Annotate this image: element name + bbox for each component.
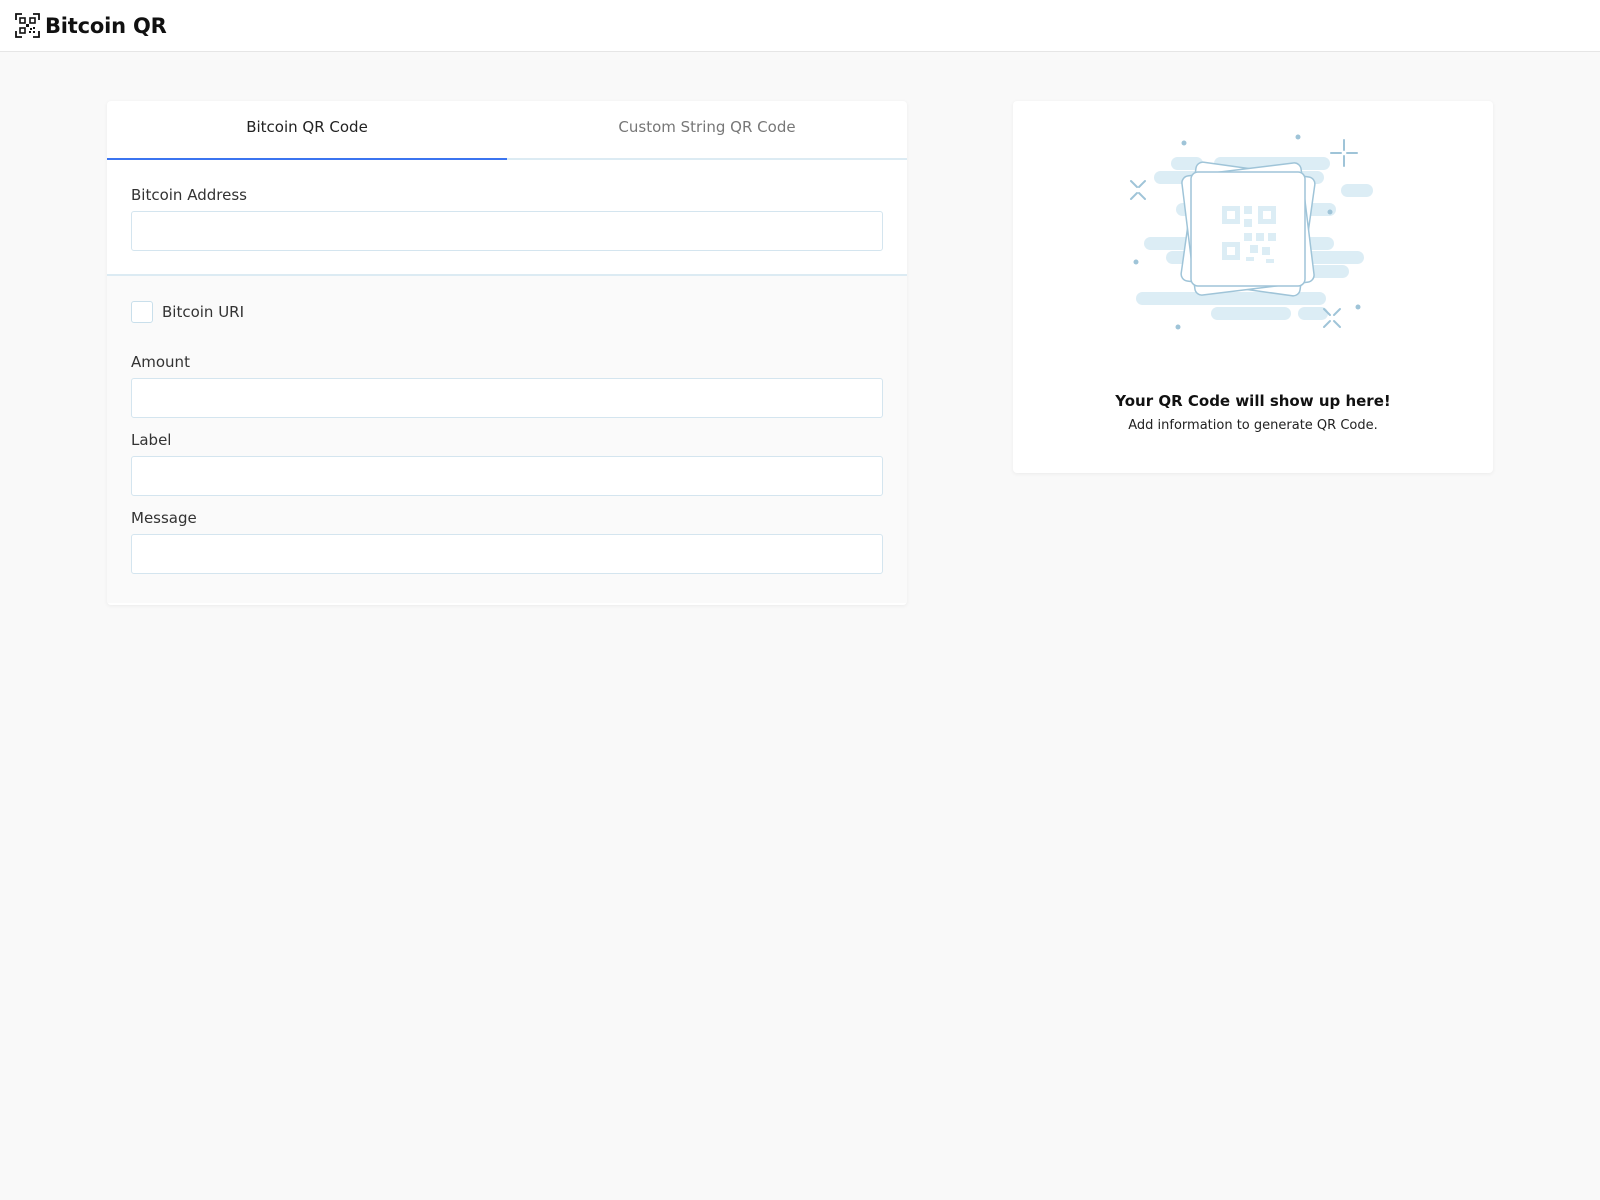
brand[interactable]: Bitcoin QR (15, 13, 167, 38)
tab-custom-string-qr-code[interactable]: Custom String QR Code (507, 101, 907, 158)
qr-scan-icon (15, 13, 40, 38)
bitcoin-uri-checkbox[interactable] (131, 301, 153, 323)
qr-form-card: Bitcoin QR Code Custom String QR Code Bi… (107, 101, 907, 605)
tab-bar: Bitcoin QR Code Custom String QR Code (107, 101, 907, 160)
qr-placeholder-icon (1130, 134, 1373, 330)
preview-subtitle: Add information to generate QR Code. (1128, 418, 1378, 433)
bitcoin-address-input[interactable] (131, 211, 883, 251)
bitcoin-address-label: Bitcoin Address (131, 186, 247, 204)
label-input[interactable] (131, 456, 883, 496)
uri-section: Bitcoin URI Amount Label Message (107, 276, 907, 603)
app-title: Bitcoin QR (45, 13, 167, 38)
top-bar: Bitcoin QR (0, 0, 1600, 52)
tab-bitcoin-qr-code[interactable]: Bitcoin QR Code (107, 101, 507, 160)
label-label: Label (131, 431, 172, 449)
tab-label: Custom String QR Code (618, 117, 796, 136)
message-label: Message (131, 509, 197, 527)
tab-label: Bitcoin QR Code (246, 117, 368, 136)
message-input[interactable] (131, 534, 883, 574)
amount-input[interactable] (131, 378, 883, 418)
amount-label: Amount (131, 353, 190, 371)
amount-field-group: Amount (131, 353, 883, 418)
bitcoin-uri-row[interactable]: Bitcoin URI (131, 301, 883, 323)
message-field-group: Message (131, 509, 883, 574)
qr-preview-card: Your QR Code will show up here! Add info… (1013, 101, 1493, 473)
bitcoin-uri-label: Bitcoin URI (162, 303, 245, 321)
address-section: Bitcoin Address (107, 160, 907, 276)
preview-title: Your QR Code will show up here! (1115, 392, 1391, 410)
label-field-group: Label (131, 431, 883, 496)
